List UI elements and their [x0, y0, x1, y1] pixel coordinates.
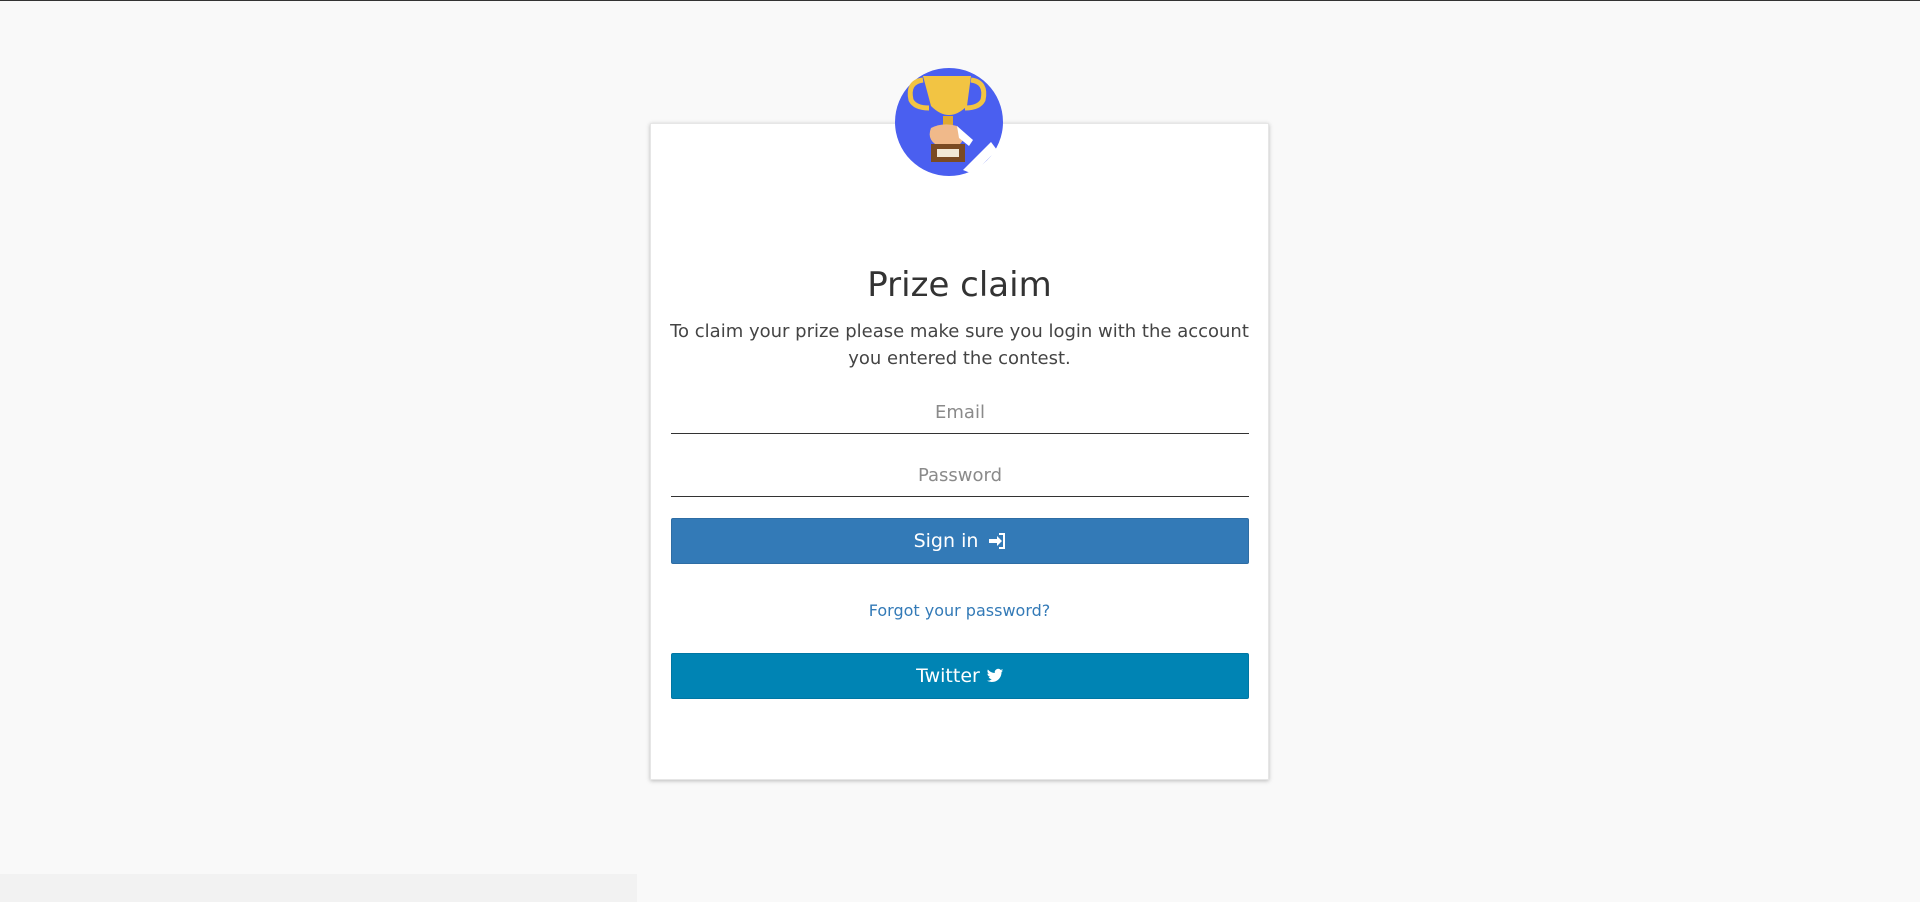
- password-field[interactable]: [671, 455, 1249, 497]
- email-field[interactable]: [671, 392, 1249, 434]
- twitter-bird-icon: [986, 668, 1004, 683]
- top-border: [0, 0, 1920, 1]
- forgot-password-link[interactable]: Forgot your password?: [650, 601, 1269, 620]
- page-subtitle: To claim your prize please make sure you…: [670, 321, 1249, 369]
- sign-in-label: Sign in: [913, 530, 979, 552]
- twitter-label: Twitter: [916, 665, 980, 687]
- twitter-login-button[interactable]: Twitter: [671, 653, 1249, 699]
- sign-in-icon: [989, 533, 1006, 549]
- page-title: Prize claim: [867, 265, 1052, 305]
- trophy-hand-icon: [895, 68, 1003, 176]
- status-strip: [0, 874, 637, 902]
- sign-in-button[interactable]: Sign in: [671, 518, 1249, 564]
